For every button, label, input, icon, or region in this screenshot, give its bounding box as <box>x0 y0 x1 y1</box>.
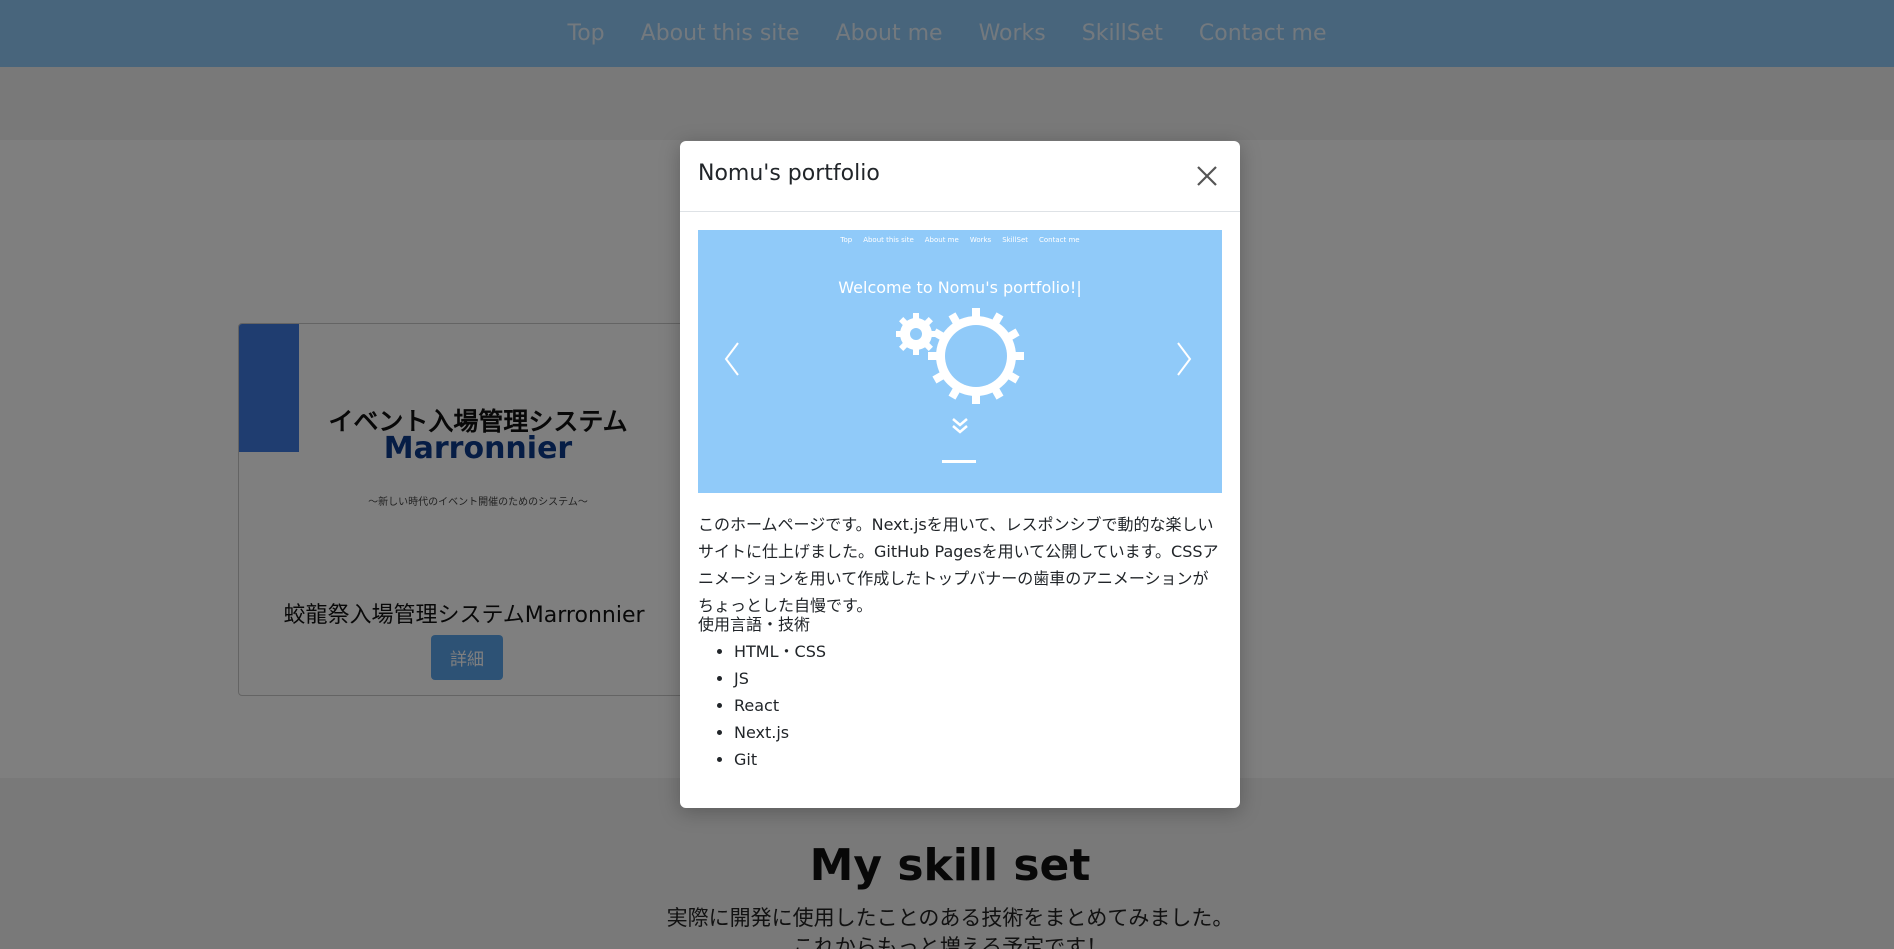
carousel-prev-button[interactable] <box>722 340 742 382</box>
work-detail-modal: Nomu's portfolio Top About this site Abo… <box>680 141 1240 808</box>
tech-item: JS <box>734 665 826 692</box>
tech-item: HTML・CSS <box>734 638 826 665</box>
work-description: このホームページです。Next.jsを用いて、レスポンシブで動的な楽しいサイトに… <box>698 515 1219 615</box>
slide-indicator[interactable] <box>942 460 976 463</box>
tech-item: Next.js <box>734 719 826 746</box>
page: Top About this site About me Works Skill… <box>0 0 1894 949</box>
preview-navbar: Top About this site About me Works Skill… <box>698 236 1222 244</box>
double-chevron-down-icon <box>952 418 968 434</box>
preview-nav-item: Top <box>840 236 853 244</box>
carousel-next-button[interactable] <box>1174 340 1194 382</box>
tech-list: HTML・CSS JS React Next.js Git <box>734 638 826 773</box>
preview-nav-item: About this site <box>863 236 914 244</box>
close-button[interactable] <box>1192 161 1222 191</box>
modal-title: Nomu's portfolio <box>698 161 880 186</box>
preview-nav-item: Works <box>969 236 992 244</box>
gears-icon <box>896 308 1024 404</box>
close-icon <box>1197 166 1217 186</box>
tech-heading: 使用言語・技術 <box>698 615 811 634</box>
preview-nav-item: SkillSet <box>1002 236 1029 244</box>
tech-item: Git <box>734 746 826 773</box>
preview-nav-item: About me <box>924 236 959 244</box>
chevron-right-icon <box>1177 342 1192 376</box>
modal-header: Nomu's portfolio <box>680 141 1240 212</box>
screenshot-carousel[interactable]: Top About this site About me Works Skill… <box>698 230 1222 493</box>
slide-caption: Welcome to Nomu's portfolio!| <box>838 278 1082 297</box>
preview-nav-item: Contact me <box>1039 236 1080 244</box>
tech-item: React <box>734 692 826 719</box>
chevron-left-icon <box>724 342 739 376</box>
